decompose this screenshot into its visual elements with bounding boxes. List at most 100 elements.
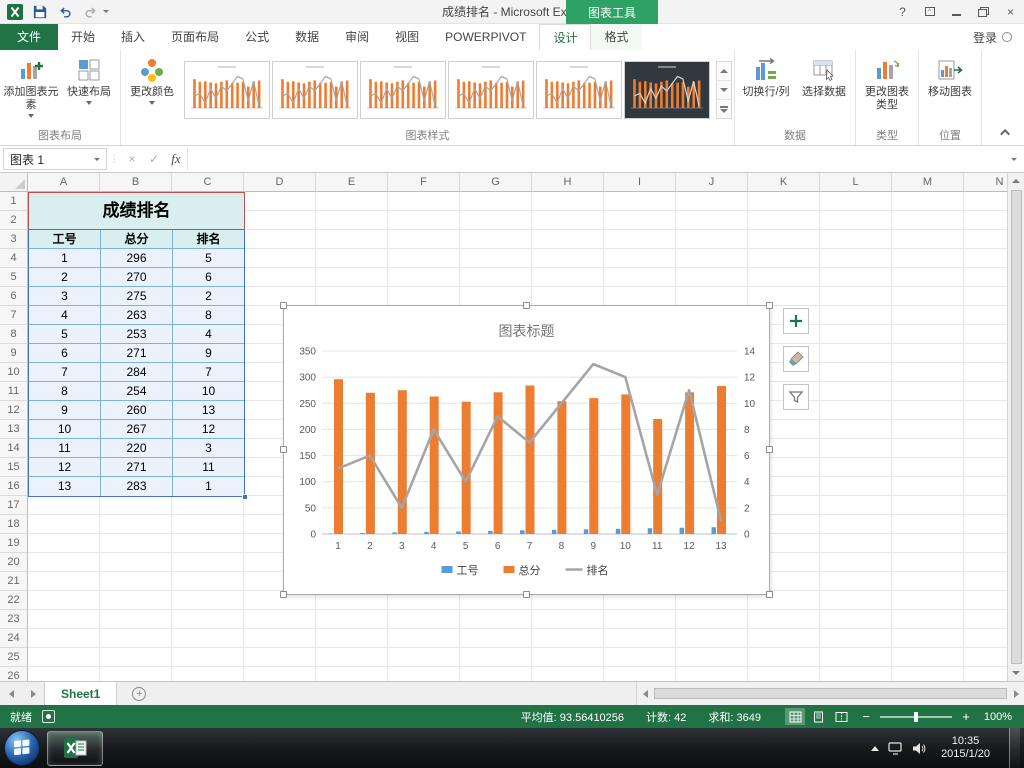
chart-style-thumbnail[interactable] xyxy=(624,61,710,119)
row-header[interactable]: 18 xyxy=(0,515,28,534)
zoom-level[interactable]: 100% xyxy=(980,711,1016,723)
cell[interactable] xyxy=(892,287,964,306)
cell[interactable] xyxy=(820,496,892,515)
cell[interactable] xyxy=(892,439,964,458)
cell[interactable] xyxy=(820,648,892,667)
chart-resize-handle[interactable] xyxy=(766,302,773,309)
cell[interactable] xyxy=(460,667,532,681)
table-header-cell[interactable]: 工号 xyxy=(29,230,101,249)
cell[interactable] xyxy=(28,629,100,648)
row-header[interactable]: 17 xyxy=(0,496,28,515)
table-cell[interactable]: 13 xyxy=(29,477,101,496)
table-cell[interactable]: 4 xyxy=(29,306,101,325)
cell[interactable] xyxy=(532,610,604,629)
row-header[interactable]: 22 xyxy=(0,591,28,610)
cell[interactable] xyxy=(892,420,964,439)
cell[interactable] xyxy=(532,211,604,230)
chart-resize-handle[interactable] xyxy=(766,591,773,598)
cell[interactable] xyxy=(532,667,604,681)
cell[interactable] xyxy=(172,591,244,610)
table-cell[interactable]: 1 xyxy=(173,477,244,496)
cell[interactable] xyxy=(676,230,748,249)
cell[interactable] xyxy=(676,629,748,648)
column-header[interactable]: I xyxy=(604,173,676,191)
zoom-slider-thumb[interactable] xyxy=(914,711,918,722)
vertical-scroll-thumb[interactable] xyxy=(1010,190,1022,664)
macro-record-icon[interactable] xyxy=(42,710,55,723)
vertical-scrollbar[interactable] xyxy=(1007,173,1024,681)
cell[interactable] xyxy=(388,629,460,648)
chart-resize-handle[interactable] xyxy=(522,591,530,598)
table-cell[interactable]: 253 xyxy=(101,325,173,344)
column-header[interactable]: B xyxy=(100,173,172,191)
column-header[interactable]: M xyxy=(892,173,964,191)
cell[interactable] xyxy=(172,610,244,629)
cell[interactable] xyxy=(244,192,316,211)
row-header[interactable]: 13 xyxy=(0,420,28,439)
table-cell[interactable]: 220 xyxy=(101,439,173,458)
cell[interactable] xyxy=(748,192,820,211)
cell[interactable] xyxy=(532,268,604,287)
cell[interactable] xyxy=(460,249,532,268)
cell[interactable] xyxy=(820,287,892,306)
ribbon-tab[interactable]: 视图 xyxy=(382,24,432,50)
column-header[interactable]: D xyxy=(244,173,316,191)
cell[interactable] xyxy=(316,192,388,211)
cell[interactable] xyxy=(100,667,172,681)
cell[interactable] xyxy=(892,496,964,515)
cell[interactable] xyxy=(316,287,388,306)
cell[interactable] xyxy=(892,249,964,268)
undo-icon[interactable] xyxy=(56,3,74,21)
row-header[interactable]: 9 xyxy=(0,344,28,363)
chart-style-thumbnail[interactable] xyxy=(360,61,446,119)
cell[interactable] xyxy=(388,667,460,681)
cell[interactable] xyxy=(892,458,964,477)
cell[interactable] xyxy=(892,572,964,591)
table-cell[interactable]: 12 xyxy=(29,458,101,477)
horizontal-scrollbar[interactable] xyxy=(636,682,1024,705)
cell[interactable] xyxy=(28,496,100,515)
table-cell[interactable]: 3 xyxy=(173,439,244,458)
cell[interactable] xyxy=(820,667,892,681)
cell[interactable] xyxy=(316,230,388,249)
cell[interactable] xyxy=(460,648,532,667)
cell[interactable] xyxy=(820,629,892,648)
cell[interactable] xyxy=(100,591,172,610)
table-cell[interactable]: 12 xyxy=(173,420,244,439)
cell[interactable] xyxy=(172,572,244,591)
cell[interactable] xyxy=(316,648,388,667)
cell[interactable] xyxy=(604,287,676,306)
chart-elements-button[interactable] xyxy=(783,308,809,334)
cell[interactable] xyxy=(820,192,892,211)
cell[interactable] xyxy=(820,610,892,629)
chart-style-thumbnail[interactable] xyxy=(536,61,622,119)
cell[interactable] xyxy=(676,192,748,211)
column-header[interactable]: E xyxy=(316,173,388,191)
cell[interactable] xyxy=(316,667,388,681)
cell[interactable] xyxy=(316,610,388,629)
ribbon-tab[interactable]: 公式 xyxy=(232,24,282,50)
cell[interactable] xyxy=(532,230,604,249)
row-header[interactable]: 23 xyxy=(0,610,28,629)
cell[interactable] xyxy=(460,629,532,648)
cell[interactable] xyxy=(316,249,388,268)
sheet-tab-sheet1[interactable]: Sheet1 xyxy=(44,682,118,705)
cell[interactable] xyxy=(172,515,244,534)
cell[interactable] xyxy=(892,401,964,420)
cell[interactable] xyxy=(820,230,892,249)
cell[interactable] xyxy=(892,230,964,249)
name-box[interactable]: 图表 1 xyxy=(3,148,107,170)
chart-style-thumbnail[interactable] xyxy=(448,61,534,119)
table-cell[interactable]: 254 xyxy=(101,382,173,401)
cell[interactable] xyxy=(676,268,748,287)
scroll-up-icon[interactable] xyxy=(1008,173,1024,189)
table-cell[interactable]: 270 xyxy=(101,268,173,287)
cell[interactable] xyxy=(388,610,460,629)
cell[interactable] xyxy=(244,230,316,249)
table-cell[interactable]: 7 xyxy=(173,363,244,382)
row-header[interactable]: 8 xyxy=(0,325,28,344)
cell[interactable] xyxy=(892,515,964,534)
cell[interactable] xyxy=(676,211,748,230)
enter-check-icon[interactable]: ✓ xyxy=(143,146,165,172)
cell[interactable] xyxy=(820,325,892,344)
